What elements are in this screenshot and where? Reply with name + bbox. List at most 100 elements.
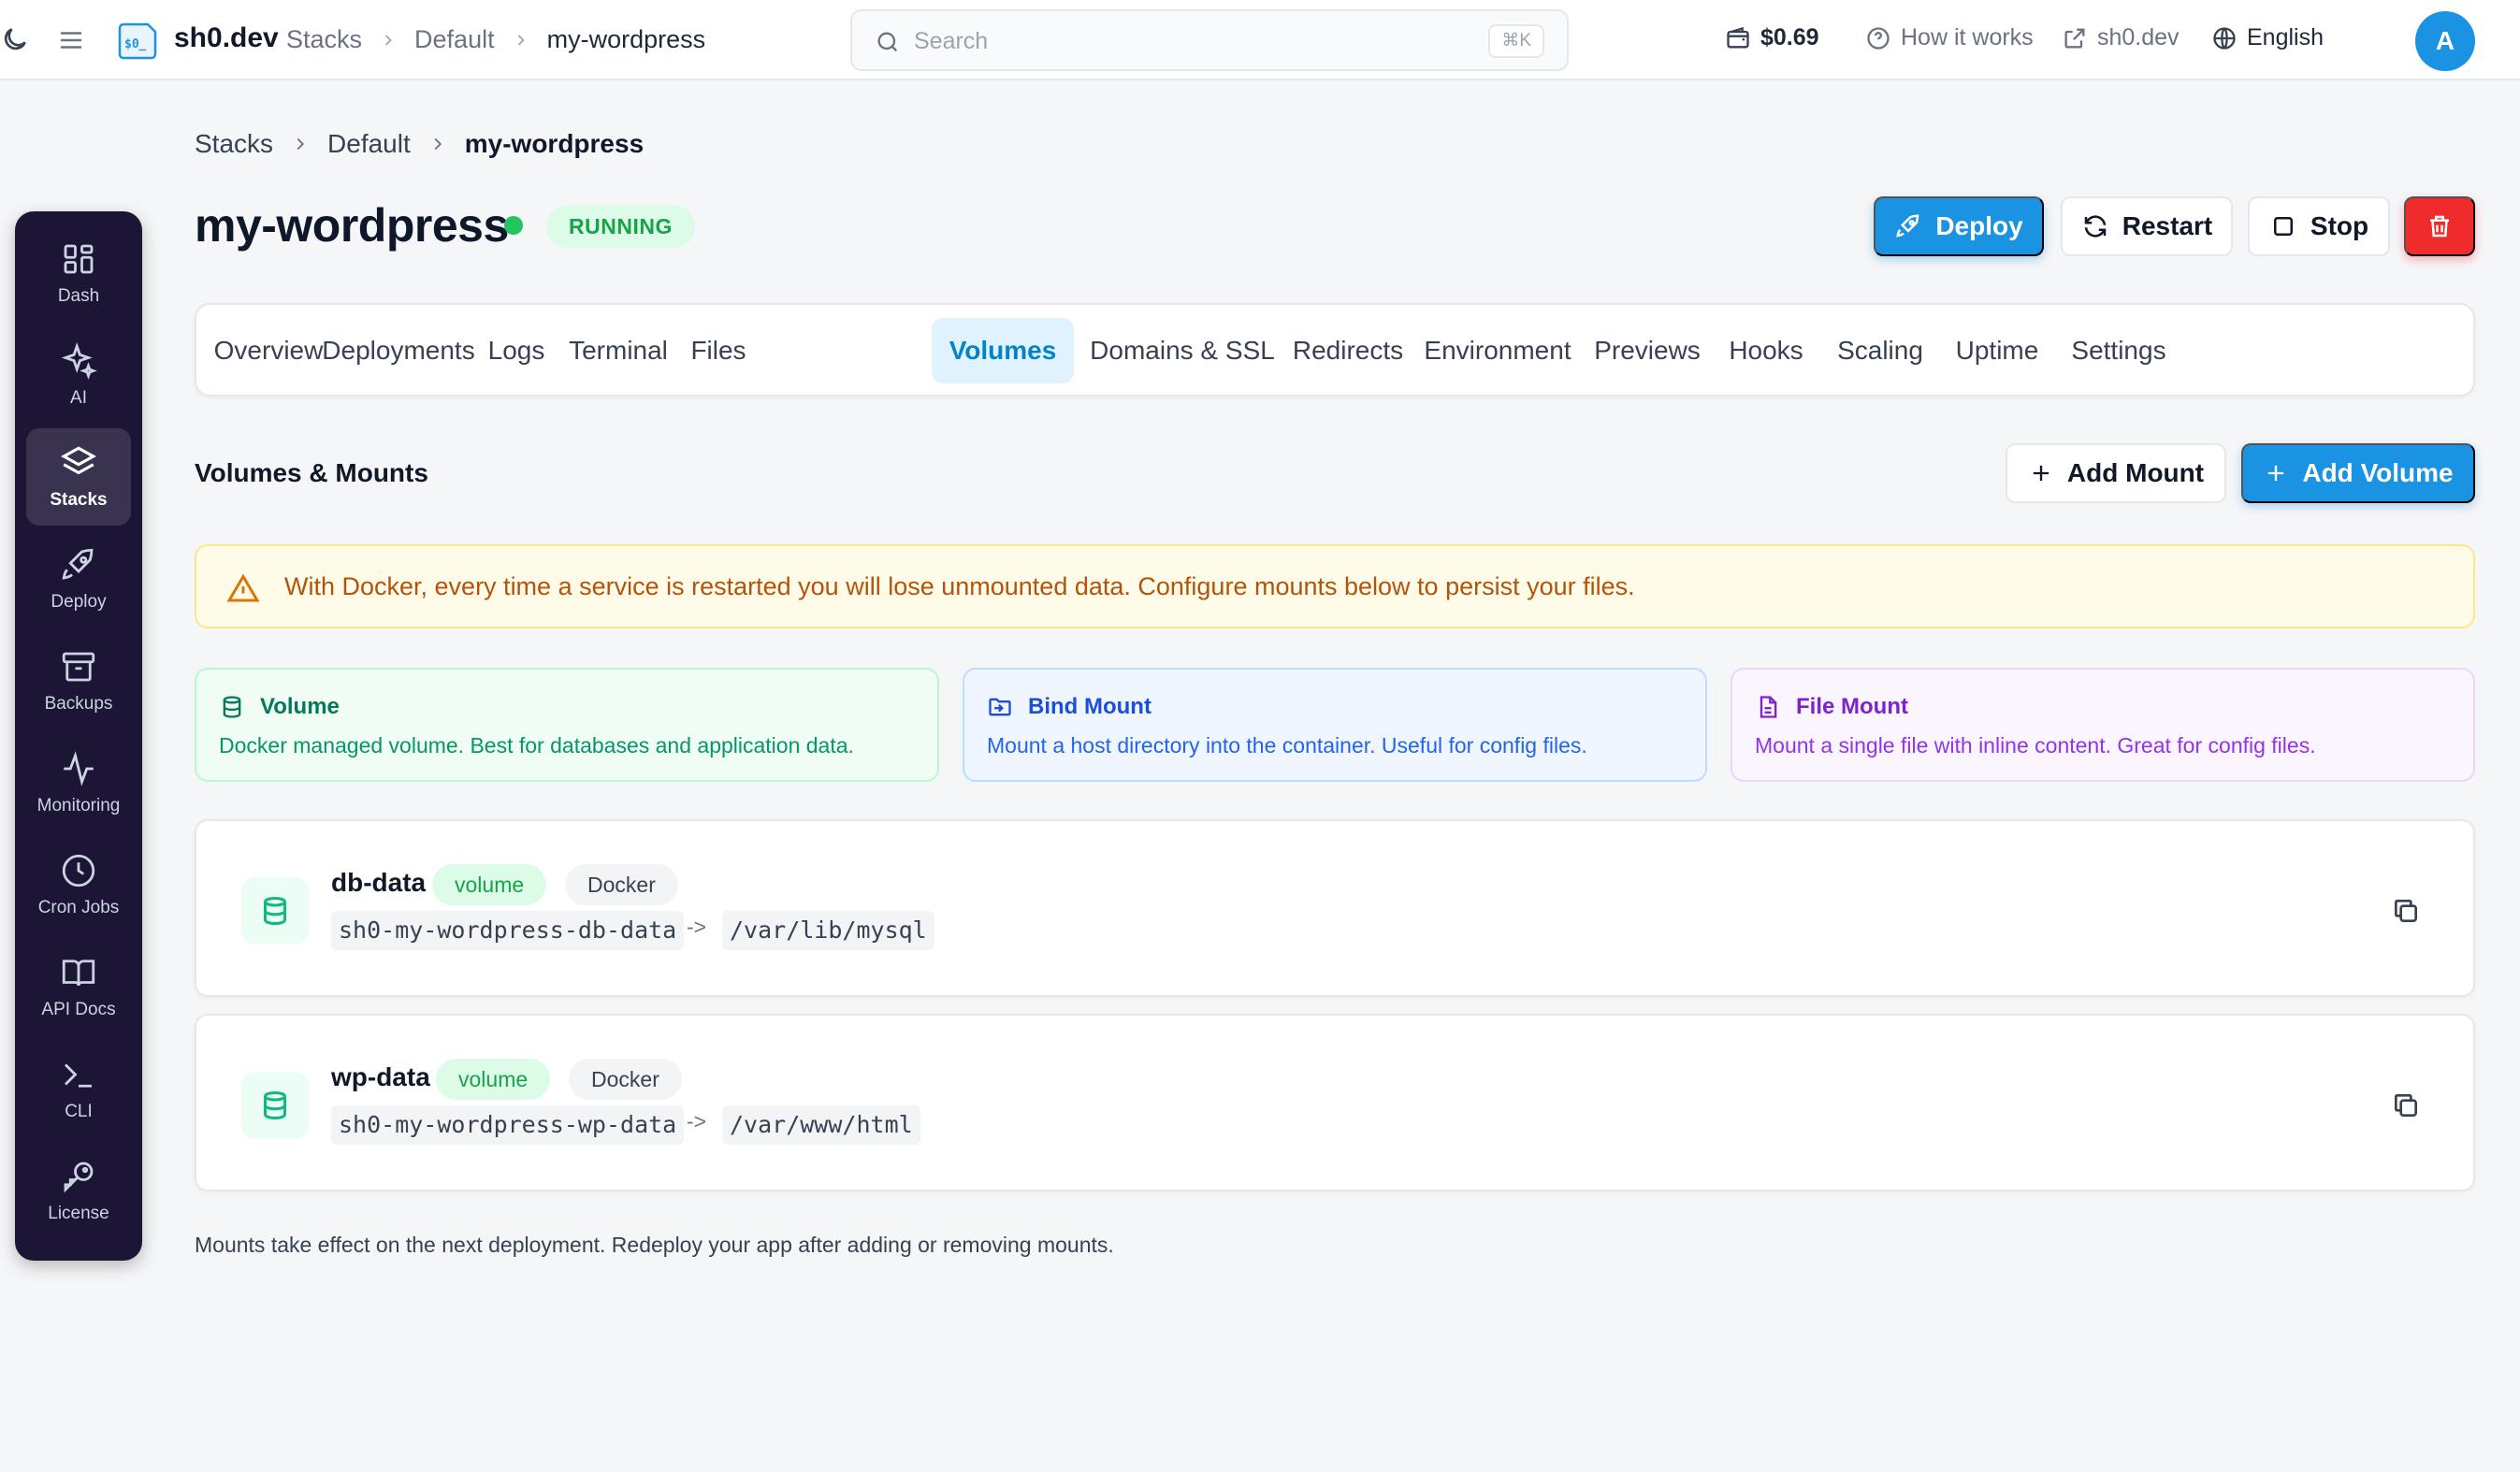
logo-text: $0_ [124,37,147,51]
database-icon [264,897,286,926]
delete-button[interactable] [2404,196,2475,256]
mount-type-title: Volume [260,694,340,719]
mount-kind-badge: volume [436,1059,551,1100]
chevron-right-icon [297,137,305,151]
rocket-icon [1896,214,1919,238]
stop-button[interactable]: Stop [2248,196,2390,256]
plus-icon [2033,465,2049,482]
sidebar-item-label: Deploy [51,592,107,612]
tab-terminal[interactable]: Terminal [565,318,672,383]
breadcrumb-current: my-wordpress [464,129,644,158]
search-shortcut: ⌘K [1488,24,1544,58]
top-breadcrumb-stacks[interactable]: Stacks [286,25,362,54]
page-title: my-wordpress [195,199,509,252]
tab-hooks[interactable]: Hooks [1717,318,1815,383]
balance-button[interactable]: $0.69 [1725,24,1819,51]
top-breadcrumb-default[interactable]: Default [414,25,495,54]
tab-logs[interactable]: Logs [477,318,556,383]
tab-environment[interactable]: Environment [1418,318,1577,383]
status-dot [504,216,523,235]
tab-domains-ssl[interactable]: Domains & SSL [1087,318,1278,383]
help-circle-icon [1867,26,1890,50]
mount-source: sh0-my-wordpress-db-data [331,911,685,950]
sidebar-item-dash[interactable]: Dash [26,224,131,322]
mount-type-desc: Mount a host directory into the containe… [987,733,1587,758]
tab-previews[interactable]: Previews [1586,318,1708,383]
add-mount-label: Add Mount [2066,458,2205,487]
mount-arrow: -> [687,915,707,939]
tab-redirects[interactable]: Redirects [1287,318,1409,383]
language-selector[interactable]: English [2211,24,2324,51]
mount-type-file: File Mount Mount a single file with inli… [1731,668,2475,782]
status-badge: RUNNING [546,205,695,248]
sidebar-item-label: CLI [65,1102,93,1121]
menu-icon[interactable] [56,26,86,54]
sidebar-item-label: Stacks [50,490,108,510]
breadcrumb-stacks[interactable]: Stacks [195,129,273,159]
copy-icon[interactable] [2391,1090,2421,1120]
sidebar-item-backups[interactable]: Backups [26,632,131,729]
tab-files[interactable]: Files [681,318,756,383]
moon-icon [4,28,26,51]
sidebar-item-monitoring[interactable]: Monitoring [26,734,131,831]
sidebar-item-label: Cron Jobs [37,898,120,917]
mount-type-desc: Mount a single file with inline content.… [1755,733,2316,758]
stop-square-icon [2273,217,2293,236]
sidebar-item-cli[interactable]: CLI [26,1040,131,1137]
plus-icon [2268,465,2284,482]
tab-deployments[interactable]: Deployments [322,318,474,383]
deploy-button-label: Deploy [1935,211,2023,240]
mount-driver-badge: Docker [565,864,678,905]
mount-type-desc: Docker managed volume. Best for database… [219,733,854,758]
tab-scaling[interactable]: Scaling [1824,318,1936,383]
warning-banner: With Docker, every time a service is res… [195,544,2475,628]
mount-type-bind: Bind Mount Mount a host directory into t… [963,668,1707,782]
brand-name[interactable]: sh0.dev [174,22,279,54]
avatar[interactable]: A [2415,11,2475,71]
add-mount-button[interactable]: Add Mount [2006,443,2226,503]
sidebar-item-ai[interactable]: AI [26,326,131,424]
mount-type-title: Bind Mount [1028,694,1151,719]
copy-icon[interactable] [2391,896,2421,926]
sidebar-item-stacks[interactable]: Stacks [26,428,131,526]
section-title: Volumes & Mounts [195,458,428,487]
file-text-icon [1760,696,1777,718]
theme-toggle[interactable] [0,24,30,54]
add-volume-label: Add Volume [2302,458,2454,487]
tab-uptime[interactable]: Uptime [1946,318,2049,383]
deploy-button[interactable]: Deploy [1874,196,2044,256]
sidebar-item-cron-jobs[interactable]: Cron Jobs [26,836,131,933]
footnote: Mounts take effect on the next deploymen… [195,1233,1114,1257]
tab-overview[interactable]: Overview [214,318,324,383]
tab-bar: Overview Deployments Logs Terminal Files… [195,303,2475,397]
search-input[interactable] [914,22,1400,60]
archive-icon [62,652,95,682]
search-icon [877,32,898,52]
external-site-link[interactable]: sh0.dev [2062,24,2180,51]
logo-icon[interactable]: $0_ [116,19,161,64]
tab-volumes[interactable]: Volumes [932,318,1074,383]
sidebar-item-deploy[interactable]: Deploy [26,530,131,628]
tab-settings[interactable]: Settings [2058,318,2180,383]
trash-icon [2430,215,2449,238]
restart-button[interactable]: Restart [2061,196,2233,256]
layers-icon [61,446,96,475]
folder-input-icon [989,698,1011,716]
search-box[interactable]: ⌘K [850,9,1569,71]
mount-card-db-data: db-data volume Docker sh0-my-wordpress-d… [195,819,2475,997]
sidebar-item-label: API Docs [41,1000,116,1019]
key-icon [64,1162,94,1193]
mount-card-wp-data: wp-data volume Docker sh0-my-wordpress-w… [195,1014,2475,1191]
sidebar-item-api-docs[interactable]: API Docs [26,938,131,1035]
breadcrumb-default[interactable]: Default [327,129,411,159]
top-bar: $0_ sh0.dev Stacks Default my-wordpress … [0,0,2520,80]
database-icon [223,696,241,718]
how-it-works-link[interactable]: How it works [1865,24,2034,51]
terminal-icon [65,1063,92,1088]
mount-type-volume: Volume Docker managed volume. Best for d… [195,668,939,782]
database-icon [264,1091,286,1120]
external-link-icon [2064,28,2085,48]
add-volume-button[interactable]: Add Volume [2241,443,2475,503]
chevron-right-icon [434,137,442,151]
sidebar-item-license[interactable]: License [26,1142,131,1239]
